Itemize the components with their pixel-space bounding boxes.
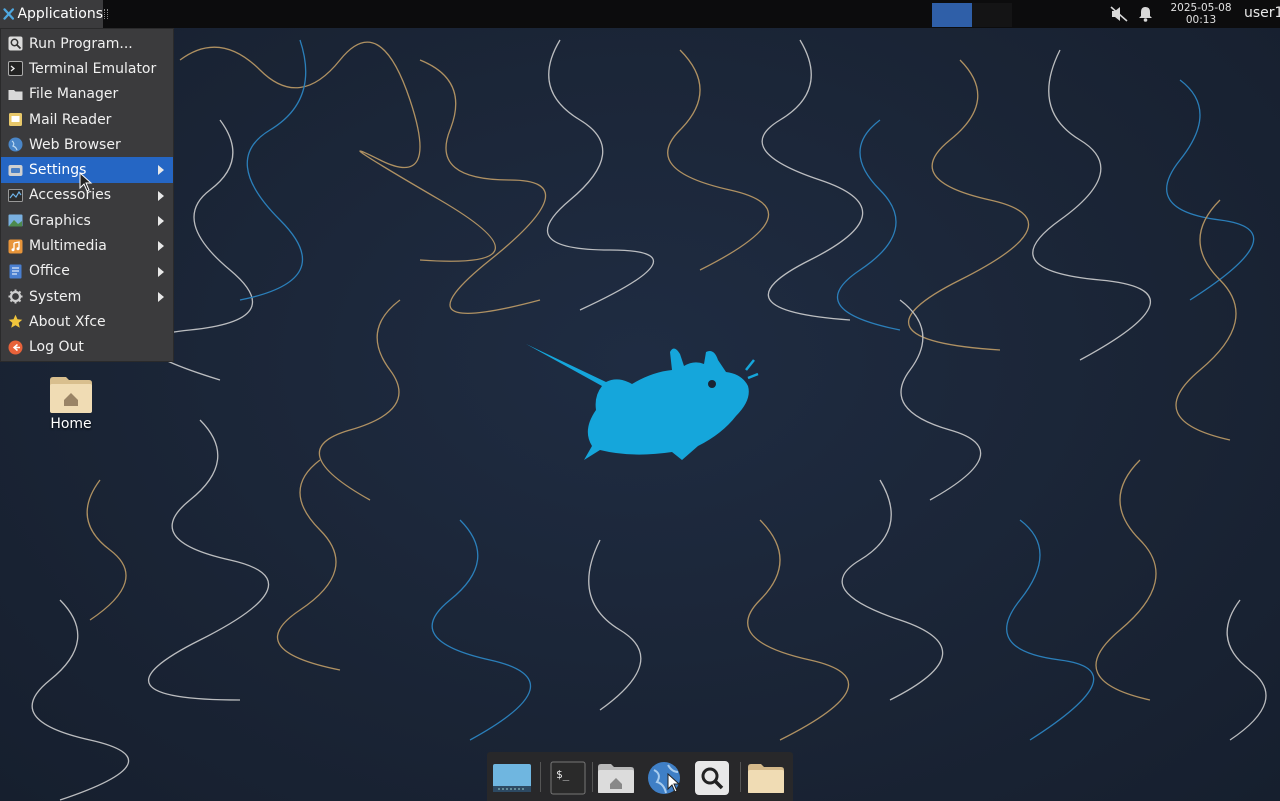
- menu-item-log-out[interactable]: Log Out: [1, 335, 173, 360]
- gear-icon: [8, 289, 23, 304]
- menu-item-graphics[interactable]: Graphics: [1, 208, 173, 233]
- xfce-logo-icon: [3, 8, 15, 20]
- applications-menu: Run Program... Terminal Emulator File Ma…: [0, 28, 174, 362]
- desktop-icon-home[interactable]: Home: [40, 372, 102, 432]
- menu-item-label: About Xfce: [29, 313, 106, 330]
- desktop-icon-label: Home: [50, 416, 92, 432]
- folder-icon: [8, 89, 23, 100]
- workspace-1[interactable]: [932, 3, 972, 27]
- multimedia-icon: [8, 239, 23, 254]
- user-menu[interactable]: user1: [1244, 5, 1280, 21]
- submenu-arrow-icon: [158, 190, 164, 201]
- menu-item-label: File Manager: [29, 86, 119, 103]
- menu-item-label: Log Out: [29, 339, 84, 356]
- submenu-arrow-icon: [158, 266, 164, 277]
- menu-item-label: System: [29, 288, 82, 305]
- terminal-icon[interactable]: $_: [548, 760, 588, 796]
- star-icon: [8, 315, 23, 329]
- notification-bell-icon[interactable]: [1138, 6, 1153, 22]
- menu-item-label: Multimedia: [29, 238, 107, 255]
- menu-item-label: Settings: [29, 162, 87, 179]
- submenu-arrow-icon: [158, 216, 164, 227]
- home-folder-icon: [50, 377, 92, 413]
- desktop[interactable]: Applications 2025-05-08 00:13 user1 Run …: [0, 0, 1280, 801]
- applications-menu-button[interactable]: Applications: [0, 0, 103, 28]
- search-icon: [8, 36, 23, 51]
- panel-handle[interactable]: [104, 9, 108, 19]
- menu-item-about-xfce[interactable]: About Xfce: [1, 309, 173, 334]
- menu-item-multimedia[interactable]: Multimedia: [1, 233, 173, 258]
- show-desktop-icon[interactable]: [492, 760, 532, 796]
- workspace-2[interactable]: [972, 3, 1012, 27]
- menu-item-label: Graphics: [29, 212, 91, 229]
- logout-icon: [8, 340, 23, 355]
- xfce-mouse-logo: [526, 344, 759, 460]
- dock-separator: [592, 762, 593, 792]
- menu-item-system[interactable]: System: [1, 284, 173, 309]
- mail-icon: [9, 113, 22, 127]
- home-folder-icon[interactable]: [596, 760, 636, 796]
- svg-text:$_: $_: [556, 768, 570, 781]
- dock: $_: [487, 752, 793, 801]
- app-finder-icon[interactable]: [692, 760, 732, 796]
- menu-item-web-browser[interactable]: Web Browser: [1, 132, 173, 157]
- dock-separator: [540, 762, 541, 792]
- clock-time: 00:13: [1185, 14, 1217, 26]
- menu-item-terminal-emulator[interactable]: Terminal Emulator: [1, 56, 173, 81]
- settings-icon: [8, 164, 23, 176]
- submenu-arrow-icon: [158, 241, 164, 252]
- clock-date: 2025-05-08: [1170, 2, 1232, 14]
- globe-icon: [8, 137, 23, 152]
- menu-item-label: Terminal Emulator: [29, 60, 157, 77]
- menu-item-label: Mail Reader: [29, 111, 112, 128]
- folder-icon[interactable]: [746, 760, 786, 796]
- top-panel: Applications 2025-05-08 00:13 user1: [0, 0, 1280, 28]
- menu-item-label: Accessories: [29, 187, 112, 204]
- submenu-arrow-icon: [158, 165, 164, 176]
- mouse-cursor-icon: [79, 172, 93, 192]
- terminal-icon: [8, 61, 23, 77]
- menu-item-file-manager[interactable]: File Manager: [1, 82, 173, 107]
- menu-item-label: Web Browser: [29, 136, 121, 153]
- dock-separator: [740, 762, 741, 792]
- accessories-icon: [8, 188, 23, 202]
- menu-item-office[interactable]: Office: [1, 259, 173, 284]
- submenu-arrow-icon: [158, 291, 164, 302]
- menu-item-label: Office: [29, 263, 70, 280]
- clock[interactable]: 2025-05-08 00:13: [1162, 2, 1240, 26]
- menu-item-label: Run Program...: [29, 35, 133, 52]
- menu-item-run-program[interactable]: Run Program...: [1, 31, 173, 56]
- mouse-cursor-icon: [667, 773, 681, 793]
- office-icon: [9, 264, 22, 279]
- volume-muted-icon[interactable]: [1110, 6, 1128, 22]
- applications-label: Applications: [17, 6, 103, 22]
- menu-item-mail-reader[interactable]: Mail Reader: [1, 107, 173, 132]
- graphics-icon: [8, 214, 23, 227]
